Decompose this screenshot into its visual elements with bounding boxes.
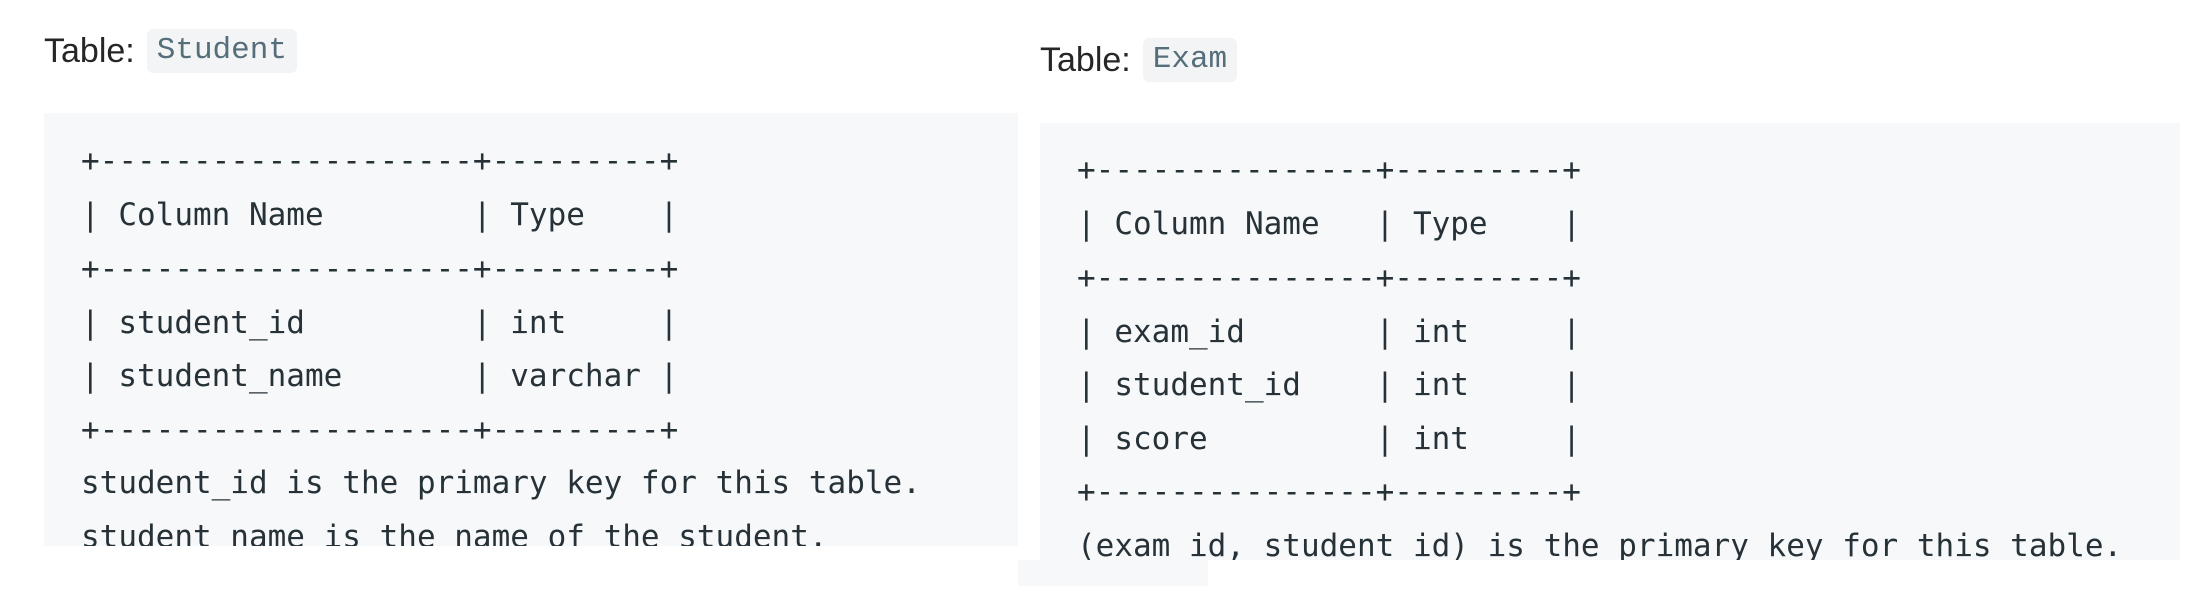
code-line: +---------------+---------+ [1077,474,1581,510]
code-block-overflow-strip [1018,560,1208,586]
table-label: Table: [44,32,135,70]
exam-table-heading: Table: Exam [1040,37,1238,83]
code-line: +--------------------+---------+ [81,143,679,179]
table-name-code: Student [146,29,297,73]
code-line: (exam_id, student_id) is the primary key… [1077,528,2123,560]
code-line: +---------------+---------+ [1077,260,1581,296]
exam-schema-code-block: +---------------+---------+ | Column Nam… [1040,123,2180,560]
code-line: | student_name | varchar | [81,358,679,394]
code-line: | student_id | int | [81,305,679,341]
code-line: student_name is the name of the student. [81,519,828,546]
code-line: | Column Name | Type | [1077,206,1581,242]
code-line: +--------------------+---------+ [81,412,679,448]
student-table-section: Table: Student +--------------------+---… [0,0,1208,594]
code-line: | exam_id | int | [1077,314,1581,350]
code-line: student_id is the primary key for this t… [81,465,921,501]
code-line: | student_id | int | [1077,367,1581,403]
table-label: Table: [1040,41,1131,79]
student-schema-code-block: +--------------------+---------+ | Colum… [44,113,1018,546]
code-line: +---------------+---------+ [1077,152,1581,188]
code-line: +--------------------+---------+ [81,251,679,287]
table-name-code: Exam [1142,38,1238,82]
student-table-heading: Table: Student [44,28,297,74]
code-line: | Column Name | Type | [81,197,679,233]
exam-table-section: Table: Exam +---------------+---------+ … [1040,0,2212,560]
code-line: | score | int | [1077,421,1581,457]
